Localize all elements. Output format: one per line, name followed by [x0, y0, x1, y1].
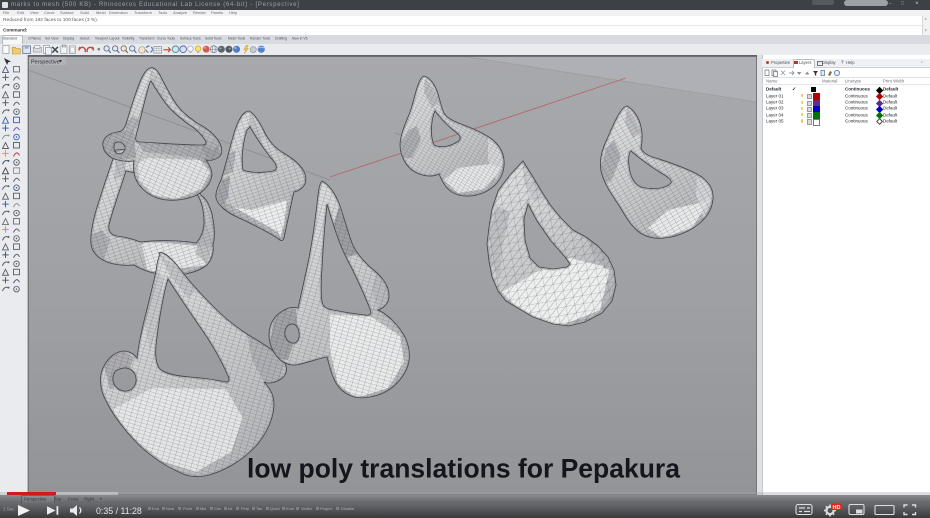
svg-text:HD: HD	[833, 505, 841, 511]
svg-text:Perspective: Perspective	[31, 60, 60, 66]
svg-text:low poly translations for Pepa: low poly translations for Pepakura	[247, 454, 680, 484]
